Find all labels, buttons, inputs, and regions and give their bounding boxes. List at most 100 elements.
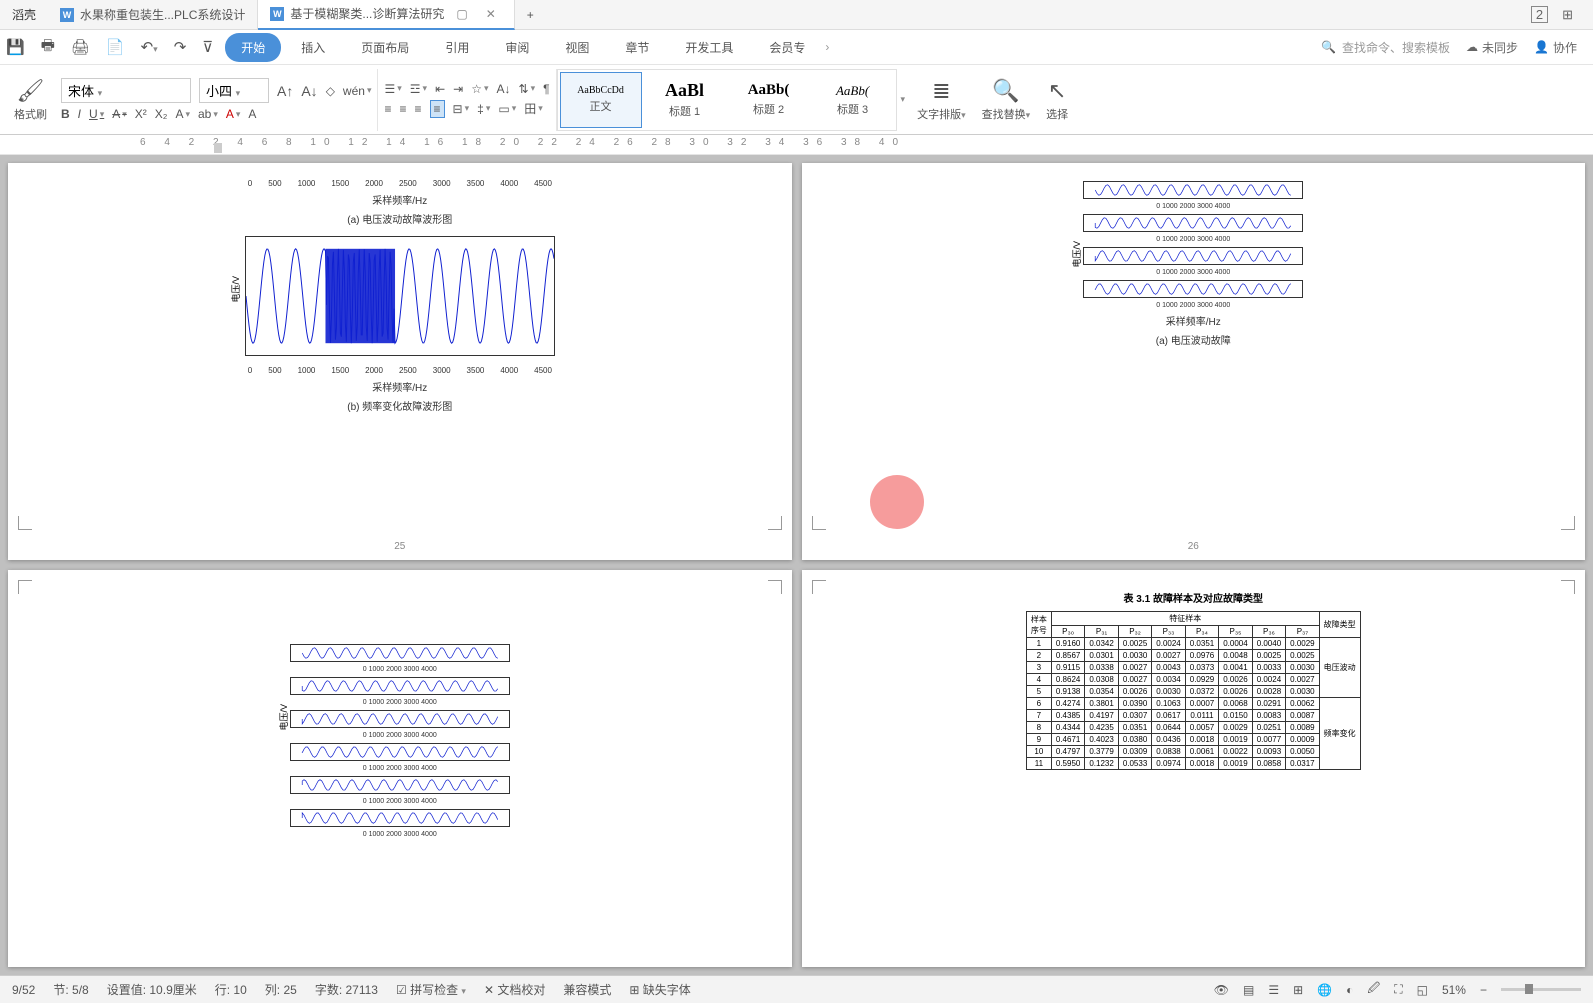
page-number: 25 (394, 541, 405, 552)
print-preview-icon[interactable]: 🖶 (41, 35, 55, 60)
ribbon-tab-开发工具[interactable]: 开发工具 (669, 33, 749, 62)
underline-icon[interactable]: U▾ (89, 107, 104, 121)
text-effects-icon[interactable]: A▾ (175, 107, 190, 121)
status-row[interactable]: 行: 10 (215, 981, 247, 998)
align-center-icon[interactable]: ≡ (399, 102, 406, 116)
decrease-font-icon[interactable]: A↓ (301, 83, 317, 99)
wave-row (290, 776, 510, 794)
ribbon-tab-引用[interactable]: 引用 (429, 33, 485, 62)
status-col[interactable]: 列: 25 (265, 981, 297, 998)
sync-status[interactable]: ☁ 未同步 (1466, 39, 1518, 56)
view-reading-icon[interactable]: 🌐 (1317, 983, 1332, 997)
select-button[interactable]: ↖ 选择 (1038, 78, 1076, 122)
align-left-icon[interactable]: ≡ (384, 102, 391, 116)
ribbon-tab-开始[interactable]: 开始 (225, 33, 281, 62)
distribute-icon[interactable]: ⊟▾ (453, 102, 470, 116)
status-missing-font[interactable]: ⊞ 缺失字体 (629, 981, 690, 998)
page-icon[interactable]: 📄 (106, 38, 125, 56)
tab-restore-icon[interactable]: ▢ (450, 7, 473, 21)
pin-icon[interactable]: 🖉 (1367, 979, 1380, 1000)
style-标题 2[interactable]: AaBb(标题 2 (728, 72, 810, 128)
line-spacing-icon[interactable]: ‡▾ (477, 102, 490, 116)
zoom-out-icon[interactable]: − (1480, 983, 1487, 997)
ribbon-tab-页面布局[interactable]: 页面布局 (345, 33, 425, 62)
save-icon[interactable]: 💾 (6, 38, 25, 56)
clear-format-icon[interactable]: ◇ (326, 84, 335, 98)
doc-tab-2[interactable]: W 基于模糊聚类...诊断算法研究 ▢ ✕ (258, 0, 514, 30)
grid-icon[interactable]: ⊞ (1562, 7, 1573, 23)
view-web-icon[interactable]: ⊞ (1293, 983, 1303, 997)
font-name-select[interactable]: 宋体 ▾ (61, 78, 191, 103)
status-position[interactable]: 设置值: 10.9厘米 (107, 981, 197, 998)
ruler[interactable]: 6 4 2 2 4 6 8 10 12 14 16 18 20 22 24 26… (0, 135, 1593, 155)
status-spellcheck[interactable]: ☑ 拼写检查 ▾ (396, 981, 466, 998)
ribbon-tab-插入[interactable]: 插入 (285, 33, 341, 62)
char-border-icon[interactable]: A (248, 107, 256, 121)
print-icon[interactable]: 🖨 (71, 38, 90, 56)
ribbon-tab-章节[interactable]: 章节 (609, 33, 665, 62)
tab-close-icon[interactable]: ✕ (480, 7, 502, 21)
ribbon-tab-会员专[interactable]: 会员专 (753, 33, 821, 62)
eye-icon[interactable]: 👁 (1214, 983, 1229, 997)
font-size-select[interactable]: 小四 ▾ (199, 78, 269, 103)
window-number[interactable]: 2 (1531, 7, 1548, 22)
borders-icon[interactable]: 田▾ (524, 100, 543, 117)
style-正文[interactable]: AaBbCcDd正文 (560, 72, 642, 128)
find-replace-button[interactable]: 🔍 查找替换▾ (974, 78, 1039, 122)
more-icon[interactable]: ⊽ (202, 38, 213, 56)
status-bar: 9/52 节: 5/8 设置值: 10.9厘米 行: 10 列: 25 字数: … (0, 975, 1593, 1003)
fullscreen-icon[interactable]: ⛶ (1394, 982, 1402, 997)
text-layout-button[interactable]: ≣ 文字排版▾ (909, 78, 974, 122)
ruler-indent-marker[interactable] (214, 143, 222, 153)
show-marks-icon[interactable]: ¶ (543, 82, 549, 96)
style-标题 3[interactable]: AaBb(标题 3 (812, 72, 894, 128)
numbering-icon[interactable]: ☲▾ (410, 82, 427, 96)
ribbon-tab-审阅[interactable]: 审阅 (489, 33, 545, 62)
document-area[interactable]: 050010001500200025003000350040004500 采样频… (0, 155, 1593, 975)
style-标题 1[interactable]: AaBl标题 1 (644, 72, 726, 128)
align-right-icon[interactable]: ≡ (415, 102, 422, 116)
text-direction-icon[interactable]: A↓ (496, 82, 510, 96)
ribbon-scroll-right[interactable]: › (821, 40, 833, 54)
page-28: 表 3.1 故障样本及对应故障类型 样本序号特征样本故障类型P₃₀P₃₁P₃₂P… (802, 570, 1586, 967)
undo-icon[interactable]: ↶▾ (141, 38, 158, 56)
superscript-icon[interactable]: X² (135, 107, 147, 121)
sort-icon[interactable]: ⇅▾ (519, 82, 536, 96)
status-wordcount[interactable]: 字数: 27113 (315, 981, 378, 998)
chart-a-caption: (a) 电压波动故障波形图 (240, 211, 560, 226)
doc-tab-1[interactable]: W 水果称重包装生...PLC系统设计 (48, 0, 258, 30)
style-gallery-more[interactable]: ▾ (897, 94, 910, 105)
subscript-icon[interactable]: X₂ (155, 107, 168, 121)
font-color-icon[interactable]: A▾ (226, 107, 241, 121)
increase-indent-icon[interactable]: ⇥ (453, 82, 463, 96)
decrease-indent-icon[interactable]: ⇤ (435, 82, 445, 96)
night-mode-icon[interactable]: ◐ (1346, 983, 1353, 997)
bullets-icon[interactable]: ☰▾ (384, 82, 401, 96)
asian-layout-icon[interactable]: ☆▾ (471, 82, 488, 96)
redo-icon[interactable]: ↷ (174, 38, 187, 56)
ribbon-tab-视图[interactable]: 视图 (549, 33, 605, 62)
highlight-icon[interactable]: ab▾ (198, 107, 218, 121)
status-section[interactable]: 节: 5/8 (53, 981, 88, 998)
status-page[interactable]: 9/52 (12, 983, 35, 997)
status-doccheck[interactable]: ✕ 文档校对 (484, 981, 545, 998)
status-compat[interactable]: 兼容模式 (563, 981, 611, 998)
format-painter[interactable]: 🖌 格式刷 (6, 78, 55, 122)
collab-button[interactable]: 👤 协作 (1534, 39, 1577, 56)
strikethrough-icon[interactable]: A▾ (112, 107, 127, 121)
chart-b-caption: (b) 频率变化故障波形图 (240, 398, 560, 413)
phonetic-icon[interactable]: wén▾ (343, 84, 372, 98)
align-justify-icon[interactable]: ≡ (430, 100, 445, 118)
new-tab-button[interactable]: + (515, 0, 546, 30)
zoom-value[interactable]: 51% (1442, 983, 1466, 997)
zoom-slider[interactable] (1501, 988, 1581, 991)
increase-font-icon[interactable]: A↑ (277, 83, 293, 99)
page26-caption: (a) 电压波动故障 (1083, 332, 1303, 347)
view-page-icon[interactable]: ▤ (1243, 983, 1254, 997)
bold-icon[interactable]: B (61, 107, 70, 121)
zoom-fit-icon[interactable]: ◱ (1417, 983, 1428, 997)
view-outline-icon[interactable]: ☰ (1268, 983, 1279, 997)
shading-icon[interactable]: ▭▾ (498, 102, 516, 116)
italic-icon[interactable]: I (78, 107, 81, 121)
command-search[interactable]: 🔍 查找命令、搜索模板 (1321, 39, 1450, 56)
